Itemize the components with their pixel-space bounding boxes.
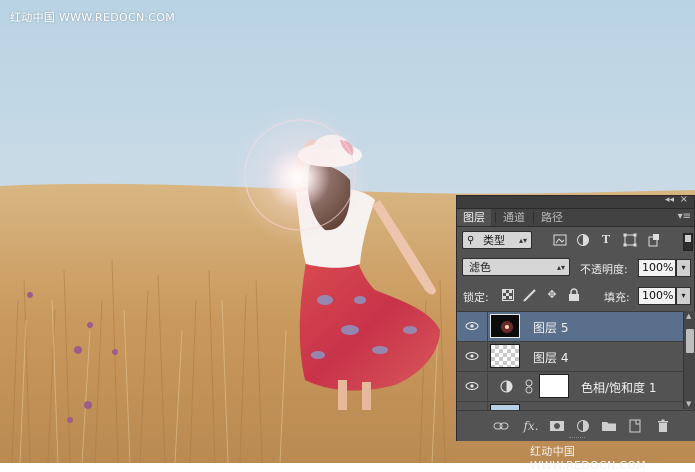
layer-thumbnail	[490, 344, 520, 368]
tab-channels[interactable]: 通道	[497, 209, 531, 226]
layer-name: 图层 5	[533, 321, 569, 335]
chain-link-icon[interactable]	[525, 379, 533, 394]
fill-input[interactable]: 100%	[638, 287, 676, 305]
visibility-column	[457, 312, 488, 341]
updown-icon: ▴▾	[556, 263, 565, 272]
type-filter-icon[interactable]: T	[599, 233, 613, 247]
opacity-label: 不透明度:	[580, 263, 628, 276]
lock-all-icon[interactable]	[567, 288, 581, 302]
delete-layer-icon[interactable]	[655, 418, 671, 434]
layers-panel: ◂◂ × 图层 通道 路径 ▾≡ ⚲ 类型 ▴▾ T 滤色 ▴▾ 不透明度: 1…	[456, 194, 695, 441]
link-layers-icon[interactable]	[493, 418, 509, 434]
opacity-dropdown-button[interactable]: ▾	[676, 259, 691, 277]
lock-transparent-icon[interactable]	[501, 289, 515, 303]
layer-row-5[interactable]: 图层 5	[457, 312, 683, 342]
visibility-column	[457, 402, 488, 410]
collapse-icon[interactable]: ◂◂	[665, 195, 674, 205]
fill-dropdown-button[interactable]: ▾	[676, 287, 691, 305]
layer-row-hue-saturation[interactable]: 色相/饱和度 1	[457, 372, 683, 402]
image-filter-icon[interactable]	[553, 233, 567, 247]
filter-kind-select[interactable]: ⚲ 类型 ▴▾	[462, 231, 532, 249]
lens-flare-thumb	[501, 321, 513, 333]
lock-paint-icon[interactable]	[523, 288, 537, 302]
panel-footer: fx.	[457, 410, 695, 441]
layer-name: 图层 4	[533, 351, 569, 365]
eye-icon[interactable]	[465, 380, 479, 392]
layer-name: 色相/饱和度 1	[581, 381, 657, 395]
new-group-icon[interactable]	[601, 418, 617, 434]
eye-icon[interactable]	[465, 320, 479, 332]
adjustment-filter-icon[interactable]	[576, 233, 590, 247]
new-layer-icon[interactable]	[627, 418, 643, 434]
blend-row: 滤色 ▴▾ 不透明度: 100% ▾	[457, 256, 695, 280]
fill-label: 填充:	[604, 291, 630, 304]
adjustment-layer-icon	[500, 380, 513, 393]
scroll-thumb[interactable]	[686, 329, 694, 353]
layer-row-4[interactable]: 图层 4	[457, 342, 683, 372]
lock-position-icon[interactable]: ✥	[545, 288, 559, 302]
visibility-column	[457, 342, 488, 371]
layer-row-photo[interactable]: 图层	[457, 402, 683, 410]
blend-mode-select[interactable]: 滤色 ▴▾	[462, 258, 570, 276]
opacity-input[interactable]: 100%	[638, 259, 676, 277]
updown-icon: ▴▾	[518, 236, 527, 245]
search-icon: ⚲	[467, 235, 475, 246]
shape-filter-icon[interactable]	[623, 233, 637, 247]
scroll-down-icon[interactable]: ▼	[686, 400, 691, 408]
panel-menu-icon[interactable]: ▾≡	[678, 211, 691, 222]
lock-row: 锁定: ✥ 填充: 100% ▾	[457, 284, 695, 308]
layer-scrollbar[interactable]: ▲ ▼	[683, 311, 695, 409]
add-mask-icon[interactable]	[549, 418, 565, 434]
fx-icon[interactable]: fx.	[523, 418, 539, 434]
lock-label: 锁定:	[463, 291, 489, 304]
smart-object-filter-icon[interactable]	[647, 233, 661, 247]
panel-collapse-bar[interactable]: ◂◂ ×	[457, 194, 694, 209]
filter-toggle[interactable]	[683, 233, 693, 251]
tab-paths[interactable]: 路径	[535, 209, 569, 226]
close-panel-icon[interactable]: ×	[680, 194, 688, 205]
filter-kind-label: 类型	[483, 234, 505, 247]
new-adjustment-icon[interactable]	[575, 418, 591, 434]
scroll-up-icon[interactable]: ▲	[686, 312, 691, 320]
watermark-top: 红动中国 WWW.REDOCN.COM	[10, 11, 176, 24]
layer-list: 图层 5 图层 4 色相/饱和度 1 图层	[457, 311, 683, 410]
filter-row: ⚲ 类型 ▴▾ T	[457, 229, 695, 253]
resize-grip[interactable]	[569, 437, 585, 441]
visibility-column	[457, 372, 488, 401]
eye-icon[interactable]	[465, 350, 479, 362]
panel-tabs: 图层 通道 路径 ▾≡	[457, 209, 694, 227]
tab-layers[interactable]: 图层	[457, 209, 491, 226]
layer-mask-thumbnail	[539, 374, 569, 398]
layer-thumbnail	[490, 314, 520, 338]
watermark-bottom: 红动中国 WWW.REDOCN.COM	[530, 445, 647, 472]
blend-mode-label: 滤色	[469, 261, 491, 274]
